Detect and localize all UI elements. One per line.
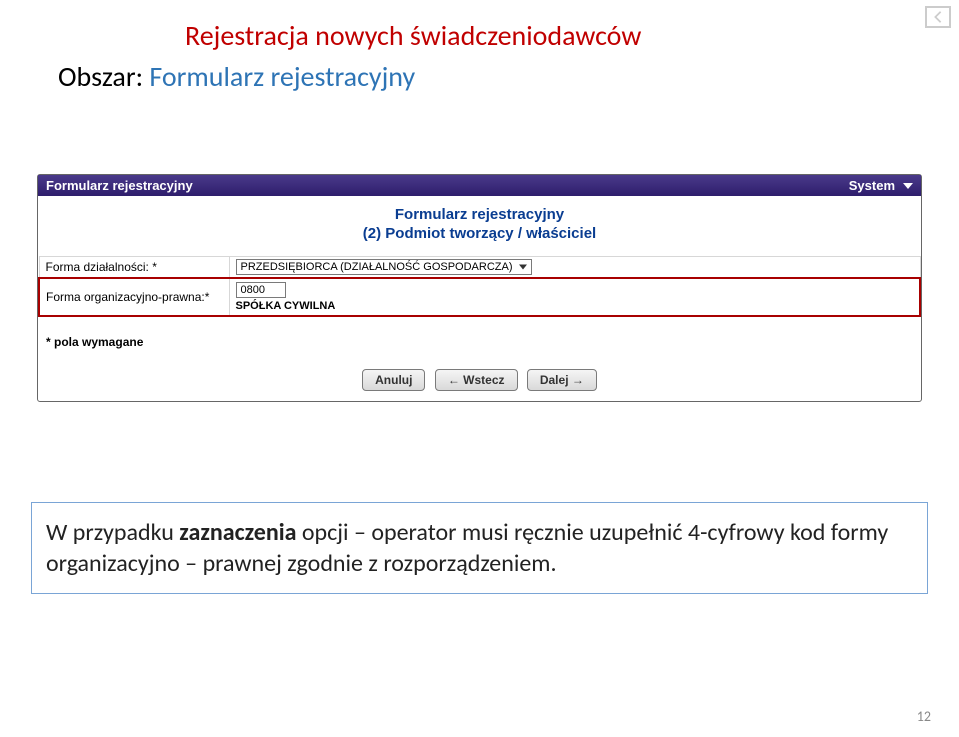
subtitle-label: Obszar: [58, 59, 149, 94]
form-body-table: Forma działalności: * PRZEDSIĘBIORCA (DZ… [38, 256, 921, 317]
panel-header: Formularz rejestracyjny System [38, 175, 921, 196]
required-fields-note: * pola wymagane [38, 317, 921, 361]
panel-header-left: Formularz rejestracyjny [46, 178, 193, 193]
page-number: 12 [917, 708, 931, 725]
page-title: Rejestracja nowych świadczeniodawców [185, 18, 641, 53]
info-bold: zaznaczenia [179, 518, 296, 547]
page-title-row: Rejestracja nowych świadczeniodawców [185, 18, 929, 53]
panel-header-right[interactable]: System [849, 178, 913, 193]
slide-nav-back[interactable] [925, 6, 951, 28]
subtitle-row: Obszar: Formularz rejestracyjny [58, 59, 929, 94]
legalform-code-input[interactable]: 0800 [236, 282, 286, 298]
subtitle-value: Formularz rejestracyjny [149, 59, 415, 94]
form-screenshot-panel: Formularz rejestracyjny System Formularz… [37, 174, 922, 402]
next-button[interactable]: Dalej → [527, 369, 597, 391]
legalform-label: Forma organizacyjno-prawna:* [39, 278, 229, 316]
form-title-block: Formularz rejestracyjny (2) Podmiot twor… [38, 196, 921, 254]
activity-select-value: PRZEDSIĘBIORCA (DZIAŁALNOŚĆ GOSPODARCZA) [241, 261, 513, 273]
info-box: W przypadku zaznaczenia opcji – operator… [31, 502, 928, 594]
button-row: Anuluj ← Wstecz Dalej → [38, 361, 921, 401]
legalform-text: SPÓŁKA CYWILNA [236, 300, 914, 312]
back-button[interactable]: ← Wstecz [435, 369, 518, 391]
info-prefix: W przypadku [46, 518, 179, 547]
activity-select[interactable]: PRZEDSIĘBIORCA (DZIAŁALNOŚĆ GOSPODARCZA) [236, 259, 532, 275]
activity-value-cell: PRZEDSIĘBIORCA (DZIAŁALNOŚĆ GOSPODARCZA) [229, 257, 920, 279]
legalform-value-cell: 0800 SPÓŁKA CYWILNA [229, 278, 920, 316]
chevron-down-icon [903, 183, 913, 189]
cancel-button[interactable]: Anuluj [362, 369, 425, 391]
nav-back-icon [931, 10, 945, 24]
system-menu-label: System [849, 178, 895, 193]
activity-label: Forma działalności: * [39, 257, 229, 279]
form-title-main: Formularz rejestracyjny [38, 206, 921, 223]
form-title-sub: (2) Podmiot tworzący / właściciel [38, 225, 921, 242]
activity-row: Forma działalności: * PRZEDSIĘBIORCA (DZ… [39, 257, 920, 279]
legalform-row: Forma organizacyjno-prawna:* 0800 SPÓŁKA… [39, 278, 920, 316]
